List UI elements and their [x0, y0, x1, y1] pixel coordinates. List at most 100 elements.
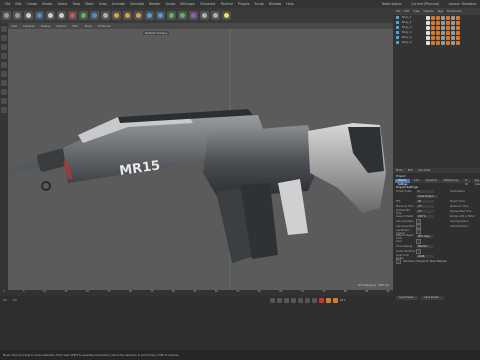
menu-item[interactable]: Simulate: [130, 2, 144, 6]
material-tag-icon[interactable]: [436, 20, 440, 25]
object-manager-menu-item[interactable]: View: [413, 10, 419, 13]
object-name[interactable]: Body_1: [402, 16, 412, 19]
material-tag-icon[interactable]: [431, 35, 435, 40]
material-tag-icon[interactable]: [456, 35, 460, 40]
axis-mode-icon[interactable]: [1, 80, 7, 86]
menu-item[interactable]: Snap: [99, 2, 107, 6]
menu-item[interactable]: Plugins: [238, 2, 249, 6]
material-tag-icon[interactable]: [441, 30, 445, 35]
menu-item[interactable]: File: [5, 2, 10, 6]
texture-mode-icon[interactable]: [1, 44, 7, 50]
object-manager-menu-item[interactable]: File: [396, 10, 400, 13]
menu-item[interactable]: Modes: [42, 2, 52, 6]
menu-item[interactable]: Help: [286, 2, 293, 6]
material-tag-icon[interactable]: [426, 30, 430, 35]
menubar-right-item[interactable]: Node Space:: [382, 2, 402, 6]
object-row[interactable]: Body_6: [393, 40, 480, 45]
object-manager-menu-item[interactable]: Objects: [424, 10, 434, 13]
deformer-icon[interactable]: [189, 11, 198, 20]
points-mode-icon[interactable]: [1, 53, 7, 59]
material-tag-icon[interactable]: [431, 20, 435, 25]
object-name[interactable]: Body_6: [402, 41, 412, 44]
attribute-value[interactable]: 100 %: [416, 214, 434, 219]
material-tag-icon[interactable]: [446, 40, 450, 45]
material-tag-icon[interactable]: [451, 30, 455, 35]
material-tag-icon[interactable]: [436, 25, 440, 30]
attribute-tab[interactable]: Referencing: [441, 179, 461, 183]
material-tag-icon[interactable]: [456, 15, 460, 20]
attribute-tab[interactable]: Dynamics: [422, 179, 441, 183]
cloner-icon[interactable]: [178, 11, 187, 20]
x-axis-icon[interactable]: [68, 11, 77, 20]
y-axis-icon[interactable]: [79, 11, 88, 20]
undo-icon[interactable]: [2, 11, 11, 20]
menubar-right-item[interactable]: Current (Physical): [411, 2, 439, 6]
menu-item[interactable]: Animate: [112, 2, 125, 6]
rotate-icon[interactable]: [57, 11, 66, 20]
soft-selection-icon[interactable]: [1, 107, 7, 113]
object-name[interactable]: Body_4: [402, 31, 412, 34]
material-tag-icon[interactable]: [456, 30, 460, 35]
current-frame[interactable]: 0 F: [13, 299, 17, 302]
material-tag-icon[interactable]: [431, 30, 435, 35]
attribute-tab[interactable]: Key Interpolation: [472, 179, 480, 186]
preset-button[interactable]: Save Preset...: [421, 296, 444, 300]
pen-icon[interactable]: [156, 11, 165, 20]
start-frame[interactable]: 0 F: [3, 299, 7, 302]
attribute-value[interactable]: 80% Gray: [416, 234, 434, 239]
material-tag-icon[interactable]: [426, 40, 430, 45]
render-settings-icon[interactable]: [134, 11, 143, 20]
menu-item[interactable]: Window: [269, 2, 282, 6]
next-frame-icon[interactable]: [298, 297, 303, 303]
redo-icon[interactable]: [13, 11, 22, 20]
polygons-mode-icon[interactable]: [1, 71, 7, 77]
material-tag-icon[interactable]: [436, 15, 440, 20]
material-tag-icon[interactable]: [436, 35, 440, 40]
previous-frame-icon[interactable]: [284, 297, 289, 303]
material-tag-icon[interactable]: [431, 15, 435, 20]
attribute-menu-item[interactable]: User Data: [418, 169, 430, 172]
material-tag-icon[interactable]: [446, 35, 450, 40]
material-tag-icon[interactable]: [446, 15, 450, 20]
workplane-icon[interactable]: [1, 98, 7, 104]
menu-item[interactable]: Character: [200, 2, 216, 6]
coordinates-manager[interactable]: [0, 304, 393, 350]
material-tag-icon[interactable]: [441, 40, 445, 45]
material-tag-icon[interactable]: [451, 15, 455, 20]
subdivision-icon[interactable]: [167, 11, 176, 20]
material-tag-icon[interactable]: [451, 20, 455, 25]
edges-mode-icon[interactable]: [1, 62, 7, 68]
floor-icon[interactable]: [200, 11, 209, 20]
scale-icon[interactable]: [46, 11, 55, 20]
cube-icon[interactable]: [145, 11, 154, 20]
play-icon[interactable]: [291, 297, 296, 303]
project-scale-value[interactable]: 1: [416, 189, 434, 194]
attribute-tab[interactable]: Project Settings: [395, 179, 411, 186]
menu-item[interactable]: MoGraph: [180, 2, 194, 6]
light-icon[interactable]: [222, 11, 231, 20]
preset-button[interactable]: Load Preset...: [396, 296, 419, 300]
material-tag-icon[interactable]: [431, 25, 435, 30]
3d-viewport[interactable]: View Cameras Display Options Filter Panel ProR…: [8, 23, 393, 290]
object-name[interactable]: Body_3: [402, 26, 412, 29]
project-scale-unit[interactable]: Centimeters: [450, 190, 465, 193]
material-tag-icon[interactable]: [446, 30, 450, 35]
object-name[interactable]: Body_5: [402, 36, 412, 39]
material-tag-icon[interactable]: [441, 15, 445, 20]
model-mode-icon[interactable]: [1, 35, 7, 41]
use-color-checkbox[interactable]: [396, 259, 401, 264]
object-manager-menu-item[interactable]: Tags: [437, 10, 443, 13]
camera-icon[interactable]: [211, 11, 220, 20]
autokey-icon[interactable]: [326, 297, 331, 303]
live-selection-icon[interactable]: [24, 11, 33, 20]
z-axis-icon[interactable]: [90, 11, 99, 20]
material-tag-icon[interactable]: [431, 40, 435, 45]
menu-item[interactable]: Pipeline: [221, 2, 233, 6]
material-tag-icon[interactable]: [456, 20, 460, 25]
render-picture-viewer-icon[interactable]: [123, 11, 132, 20]
menu-item[interactable]: Sculpt: [165, 2, 175, 6]
attribute-value[interactable]: 30: [416, 199, 434, 204]
menu-item[interactable]: Script: [255, 2, 264, 6]
menu-item[interactable]: Mesh: [85, 2, 93, 6]
snap-icon[interactable]: [1, 89, 7, 95]
